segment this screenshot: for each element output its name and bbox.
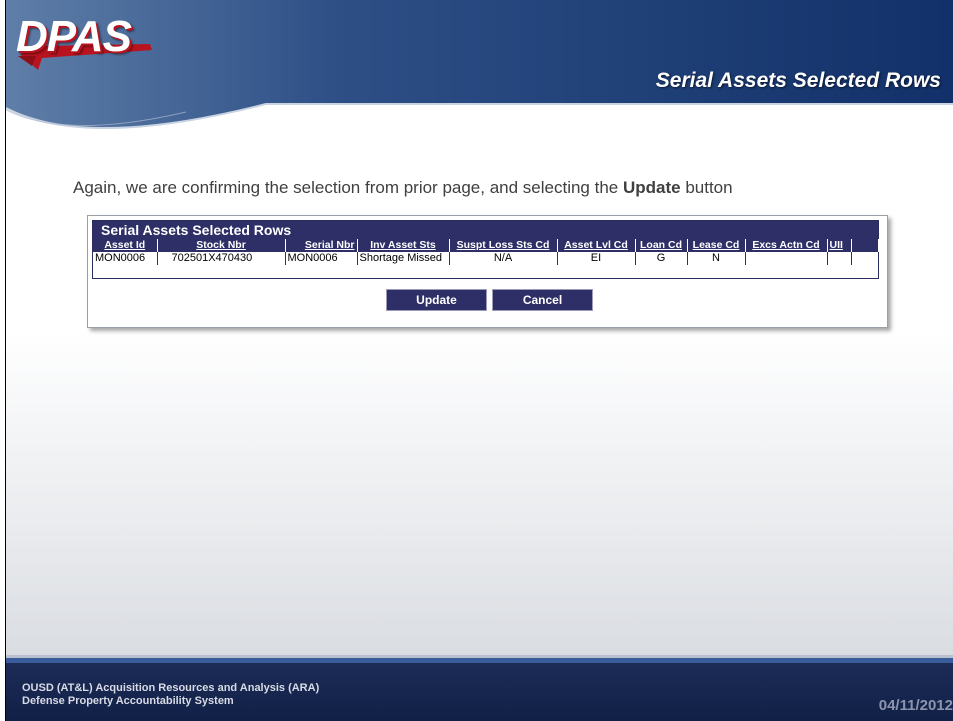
- column-header-uii[interactable]: UII: [827, 239, 852, 252]
- column-header-asset-id[interactable]: Asset Id: [93, 239, 158, 252]
- slide-title: Serial Assets Selected Rows: [655, 69, 941, 92]
- cell-suspt-loss-sts-cd: N/A: [449, 252, 558, 265]
- footer-org-line-1: OUSD (AT&L) Acquisition Resources and An…: [22, 682, 320, 694]
- footer-date: 04/11/2012: [878, 697, 953, 714]
- instruction-text: Again, we are confirming the selection f…: [73, 176, 933, 200]
- cell-serial-nbr: MON0006: [285, 252, 358, 265]
- cell-uii: [827, 252, 852, 265]
- column-header-serial-nbr[interactable]: Serial Nbr: [285, 239, 358, 252]
- table-row[interactable]: MON0006 702501X470430 MON0006 Shortage M…: [93, 252, 878, 265]
- button-row: Update Cancel: [88, 289, 889, 311]
- update-button[interactable]: Update: [386, 289, 487, 311]
- column-header-asset-lvl-cd[interactable]: Asset Lvl Cd: [557, 239, 636, 252]
- cell-asset-lvl-cd: EI: [557, 252, 636, 265]
- instruction-suffix: button: [680, 178, 733, 197]
- cell-asset-id: MON0006: [93, 252, 158, 265]
- column-header-loan-cd[interactable]: Loan Cd: [635, 239, 688, 252]
- cell-inv-asset-sts: Shortage Missed: [357, 252, 450, 265]
- footer-org-line-2: Defense Property Accountability System: [22, 695, 234, 707]
- selected-rows-panel: Serial Assets Selected Rows Asset Id Sto…: [87, 215, 888, 328]
- cancel-button[interactable]: Cancel: [492, 289, 593, 311]
- column-header-stock-nbr[interactable]: Stock Nbr: [157, 239, 286, 252]
- column-header-lease-cd[interactable]: Lease Cd: [687, 239, 746, 252]
- dpas-logo: DPAS: [16, 12, 132, 61]
- table-header-row: Asset Id Stock Nbr Serial Nbr Inv Asset …: [93, 239, 879, 252]
- slide: DPAS Serial Assets Selected Rows Again, …: [5, 0, 953, 721]
- selected-rows-table: Asset Id Stock Nbr Serial Nbr Inv Asset …: [93, 239, 879, 265]
- column-header-suspt-loss-sts-cd[interactable]: Suspt Loss Sts Cd: [449, 239, 558, 252]
- cell-loan-cd: G: [635, 252, 688, 265]
- instruction-bold-word: Update: [622, 178, 681, 197]
- panel-title: Serial Assets Selected Rows: [93, 221, 878, 239]
- cell-excs-actn-cd: [745, 252, 828, 265]
- body-gradient: [6, 330, 953, 660]
- column-header-excs-actn-cd[interactable]: Excs Actn Cd: [745, 239, 828, 252]
- footer-divider: [6, 655, 953, 663]
- column-header-filler: [851, 239, 879, 252]
- column-header-inv-asset-sts[interactable]: Inv Asset Sts: [357, 239, 450, 252]
- instruction-prefix: Again, we are confirming the selection f…: [73, 178, 623, 197]
- cell-filler: [851, 252, 878, 265]
- cell-lease-cd: N: [687, 252, 746, 265]
- footer-organization: OUSD (AT&L) Acquisition Resources and An…: [22, 682, 319, 708]
- cell-stock-nbr: 702501X470430: [157, 252, 286, 265]
- selected-rows-grid-frame: Serial Assets Selected Rows Asset Id Sto…: [92, 220, 879, 279]
